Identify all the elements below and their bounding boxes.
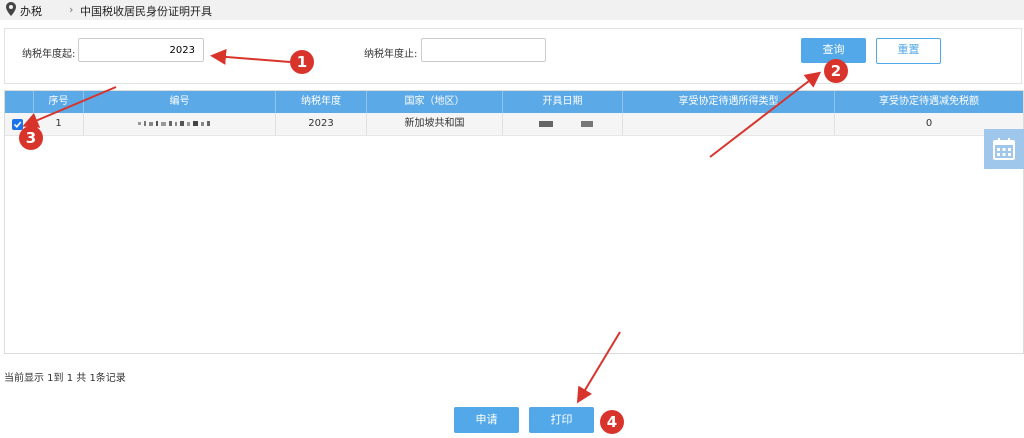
annotation-badge-1: 1 bbox=[290, 50, 314, 74]
annotation-badge-3: 3 bbox=[19, 126, 43, 150]
annotation-badge-4: 4 bbox=[600, 410, 624, 434]
annotation-badge-2: 2 bbox=[824, 59, 848, 83]
annotation-arrows bbox=[22, 48, 822, 404]
